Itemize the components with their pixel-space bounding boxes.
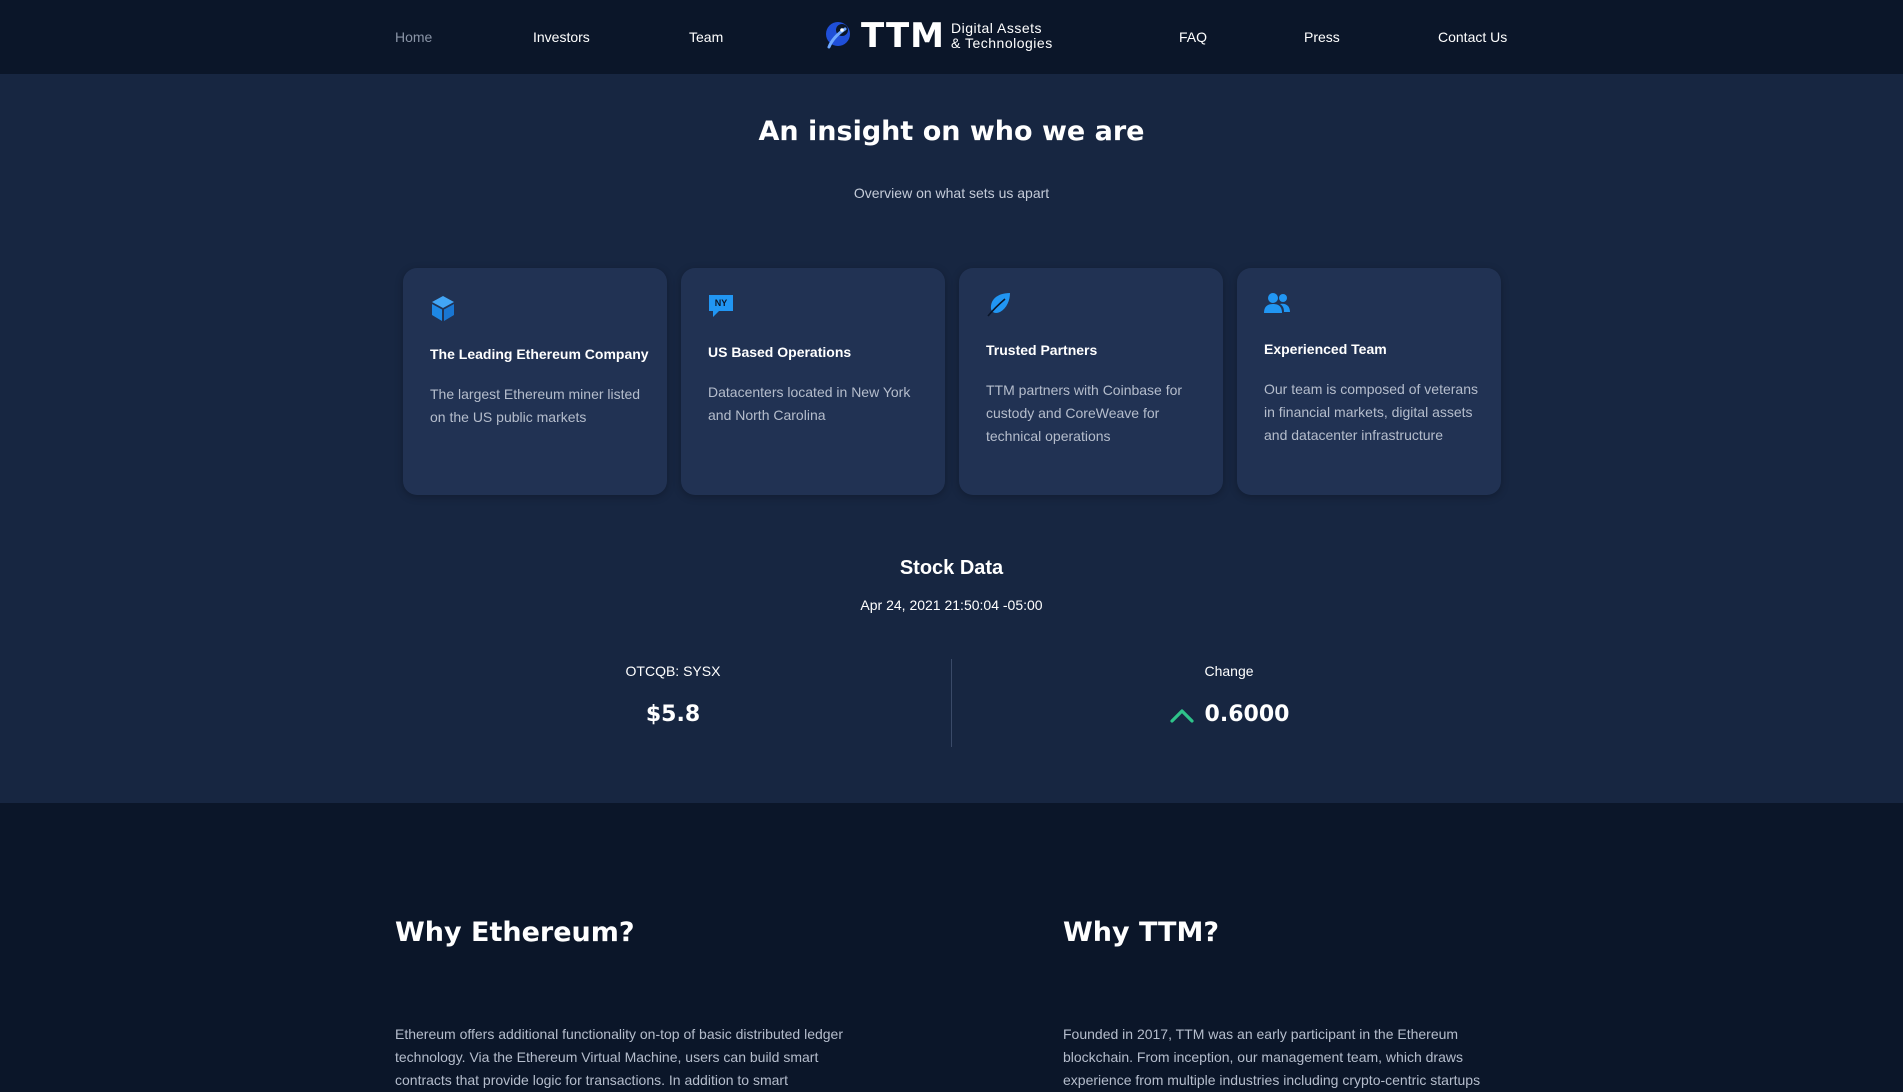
card-title: Experienced Team xyxy=(1264,341,1387,357)
users-icon xyxy=(1264,293,1290,313)
feature-card-us-operations: NY US Based Operations Datacenters locat… xyxy=(681,268,945,495)
stock-change-value: 0.6000 xyxy=(1204,702,1290,727)
nav-press[interactable]: Press xyxy=(1304,29,1340,45)
section-subtitle: Overview on what sets us apart xyxy=(853,185,1050,201)
card-description: Datacenters located in New York and Nort… xyxy=(708,384,911,423)
logo-tagline-line1: Digital Assets xyxy=(951,20,1043,36)
why-ttm-text: Founded in 2017, TTM was an early partic… xyxy=(1063,1026,1481,1088)
nav-team[interactable]: Team xyxy=(689,29,723,45)
stock-change-label: Change xyxy=(1204,663,1254,679)
card-title: US Based Operations xyxy=(708,344,852,360)
stock-divider xyxy=(951,659,952,747)
insight-section: An insight on who we are Overview on wha… xyxy=(0,74,1903,803)
card-description: Our team is composed of veterans in fina… xyxy=(1264,381,1478,443)
leaf-icon xyxy=(987,293,1010,317)
top-navigation: Home Investors Team TTM Digital Assets &… xyxy=(0,0,1903,74)
card-description: The largest Ethereum miner listed on the… xyxy=(430,386,641,425)
logo-wordmark: TTM xyxy=(861,16,945,56)
ny-chat-icon: NY xyxy=(709,295,733,317)
svg-text:NY: NY xyxy=(715,298,728,308)
stock-price: $5.8 xyxy=(645,702,701,727)
stock-timestamp: Apr 24, 2021 21:50:04 -05:00 xyxy=(860,597,1043,613)
nav-contact-us[interactable]: Contact Us xyxy=(1438,29,1507,45)
nav-home[interactable]: Home xyxy=(395,29,432,45)
logo-tagline: Digital Assets & Technologies xyxy=(951,21,1053,51)
feature-card-trusted-partners: Trusted Partners TTM partners with Coinb… xyxy=(959,268,1223,495)
ttm-logo[interactable]: TTM Digital Assets & Technologies xyxy=(823,16,1053,56)
why-ttm-title: Why TTM? xyxy=(1063,917,1219,948)
nav-investors[interactable]: Investors xyxy=(533,29,590,45)
stock-ticker-label: OTCQB: SYSX xyxy=(625,663,721,679)
why-section: Why Ethereum? Why TTM? Ethereum offers a… xyxy=(0,803,1903,1088)
card-title: Trusted Partners xyxy=(986,342,1098,358)
feature-card-experienced-team: Experienced Team Our team is composed of… xyxy=(1237,268,1501,495)
stock-data-title: Stock Data xyxy=(899,557,1004,579)
arrow-up-icon xyxy=(1169,708,1194,723)
stock-change: 0.6000 xyxy=(1079,702,1379,727)
section-title: An insight on who we are xyxy=(758,116,1145,147)
cube-icon xyxy=(432,296,454,321)
card-title: The Leading Ethereum Company xyxy=(430,346,649,362)
logo-tagline-line2: & Technologies xyxy=(951,35,1053,51)
why-ethereum-text: Ethereum offers additional functionality… xyxy=(395,1026,844,1088)
nav-faq[interactable]: FAQ xyxy=(1179,29,1207,45)
ttm-logo-icon xyxy=(826,22,850,49)
why-ethereum-title: Why Ethereum? xyxy=(395,917,635,948)
feature-card-leading-ethereum: The Leading Ethereum Company The largest… xyxy=(403,268,667,495)
card-description: TTM partners with Coinbase for custody a… xyxy=(986,382,1183,444)
